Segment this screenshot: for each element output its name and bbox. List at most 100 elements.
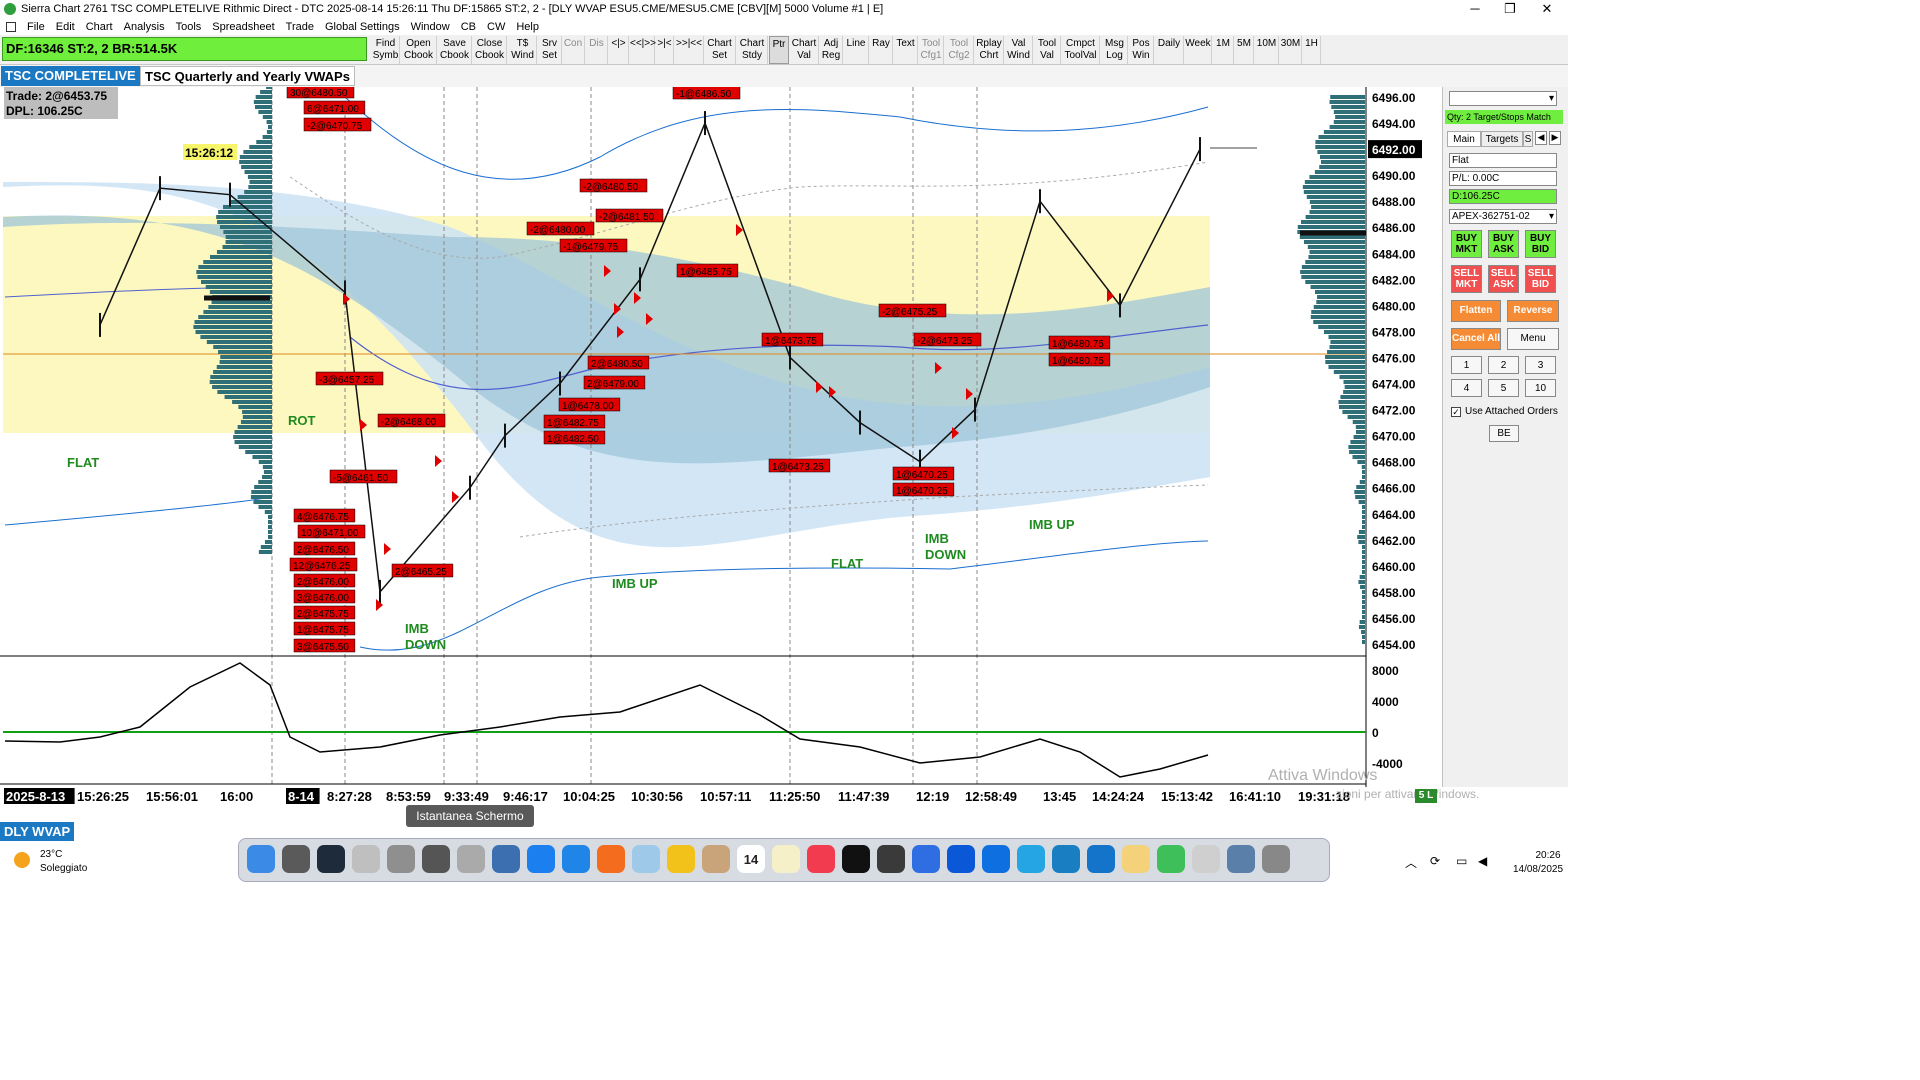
menu-edit[interactable]: Edit <box>56 21 75 33</box>
toolbar-button-dis-[interactable]: Dis <box>586 36 608 64</box>
display-icon[interactable]: ▭ <box>1456 854 1467 868</box>
use-attached-orders[interactable]: ✓ Use Attached Orders <box>1451 406 1558 417</box>
maximize-button[interactable]: ❐ <box>1493 0 1527 18</box>
flatten-button[interactable]: Flatten <box>1451 300 1501 322</box>
toolbar-button-1h-[interactable]: 1H <box>1303 36 1321 64</box>
qty-10-button[interactable]: 10 <box>1525 379 1556 397</box>
windows-icon[interactable] <box>982 845 1010 873</box>
trade-tab-main[interactable]: Main <box>1447 131 1481 147</box>
sync-icon[interactable]: ⟳ <box>1430 854 1440 868</box>
menu-analysis[interactable]: Analysis <box>124 21 165 33</box>
toolbar-button-ray-[interactable]: Ray <box>870 36 893 64</box>
cancel-all-button[interactable]: Cancel All <box>1451 328 1501 350</box>
sell-mkt-button[interactable]: SELL MKT <box>1451 265 1482 293</box>
system-preferences-icon[interactable] <box>282 845 310 873</box>
speaker-icon[interactable]: ◀ <box>1478 854 1487 868</box>
reverse-button[interactable]: Reverse <box>1507 300 1559 322</box>
safari-icon[interactable] <box>562 845 590 873</box>
buy-ask-button[interactable]: BUY ASK <box>1488 230 1519 258</box>
toolbar-button-text-[interactable]: Text <box>894 36 918 64</box>
tab-dly-wvap[interactable]: DLY WVAP <box>0 822 74 841</box>
quicktime-icon[interactable] <box>877 845 905 873</box>
menu-global-settings[interactable]: Global Settings <box>325 21 400 33</box>
toolbar-button-line-[interactable]: Line <box>844 36 869 64</box>
toolbar-button-tool-cfg2[interactable]: Tool Cfg2 <box>945 36 974 64</box>
menu-file[interactable]: File <box>27 21 45 33</box>
apple-tv-icon[interactable] <box>842 845 870 873</box>
qty-5-button[interactable]: 5 <box>1488 379 1519 397</box>
menu-button[interactable]: Menu <box>1507 328 1559 350</box>
finder-icon[interactable] <box>247 845 275 873</box>
screenshot-icon[interactable] <box>457 845 485 873</box>
contacts-icon[interactable] <box>702 845 730 873</box>
ftp-icon[interactable] <box>1192 845 1220 873</box>
checkbox-checked-icon[interactable]: ✓ <box>1451 406 1461 417</box>
toolbar-button-msg-log[interactable]: Msg Log <box>1102 36 1128 64</box>
app-store-icon[interactable] <box>527 845 555 873</box>
tab-tsc-completelive[interactable]: TSC COMPLETELIVE <box>1 66 140 86</box>
toolbar-button-con-[interactable]: Con <box>562 36 585 64</box>
toolbar-button-30m-[interactable]: 30M <box>1280 36 1302 64</box>
archive-icon[interactable] <box>1157 845 1185 873</box>
photos-icon[interactable] <box>667 845 695 873</box>
maps-icon[interactable] <box>632 845 660 873</box>
toolbar-button-1m-[interactable]: 1M <box>1213 36 1234 64</box>
toolbar-button-tool-cfg1[interactable]: Tool Cfg1 <box>919 36 944 64</box>
toolbar-button-rplay-chrt[interactable]: Rplay Chrt <box>975 36 1004 64</box>
toolbar-button-5m-[interactable]: 5M <box>1235 36 1254 64</box>
toolbar-button-adj-reg[interactable]: Adj Reg <box>820 36 843 64</box>
breakeven-button[interactable]: BE <box>1489 425 1519 442</box>
sell-bid-button[interactable]: SELL BID <box>1525 265 1556 293</box>
firefox-icon[interactable] <box>597 845 625 873</box>
toolbar-button-tool-val[interactable]: Tool Val <box>1034 36 1061 64</box>
folder-icon[interactable] <box>1122 845 1150 873</box>
tools-icon[interactable] <box>422 845 450 873</box>
toolbar-button-daily-[interactable]: Daily <box>1155 36 1184 64</box>
menu-help[interactable]: Help <box>516 21 539 33</box>
account-select[interactable]: APEX-362751-02 ▾ <box>1449 209 1557 224</box>
app-menu-icon[interactable] <box>6 21 16 32</box>
menu-chart[interactable]: Chart <box>86 21 113 33</box>
toolbar-button--[interactable]: >|< <box>656 36 674 64</box>
chart-area[interactable]: 6496.00 6494.00 6490.00 6488.00 6486.00 6484.… <box>0 87 1442 822</box>
close-button[interactable]: ✕ <box>1530 0 1564 18</box>
notes-icon[interactable] <box>772 845 800 873</box>
trade-tab-targets[interactable]: Targets <box>1481 131 1523 147</box>
toolbar-button-ptr-[interactable]: Ptr <box>769 36 789 64</box>
calendar-icon[interactable]: 14 <box>737 845 765 873</box>
menu-window[interactable]: Window <box>411 21 450 33</box>
toolbar-button-srv-set[interactable]: Srv Set <box>538 36 562 64</box>
edge-icon[interactable] <box>1017 845 1045 873</box>
toolbar-button-close-cbook[interactable]: Close Cbook <box>473 36 507 64</box>
zoom-icon[interactable] <box>912 845 940 873</box>
toolbar-button-10m-[interactable]: 10M <box>1255 36 1279 64</box>
files-icon[interactable] <box>1227 845 1255 873</box>
activity-monitor-icon[interactable] <box>317 845 345 873</box>
toolbar-button--[interactable]: <|> <box>609 36 629 64</box>
trash-icon[interactable] <box>1262 845 1290 873</box>
tab-scroll-right-icon[interactable]: ▶ <box>1549 131 1561 145</box>
music-icon[interactable] <box>807 845 835 873</box>
trade-tab-s[interactable]: S <box>1523 131 1533 147</box>
minimize-button[interactable]: ─ <box>1458 0 1492 18</box>
qty-2-button[interactable]: 2 <box>1488 356 1519 374</box>
toolbar-button-week-[interactable]: Week <box>1185 36 1212 64</box>
chevron-up-icon[interactable]: ︿ <box>1405 854 1417 871</box>
qty-1-button[interactable]: 1 <box>1451 356 1482 374</box>
tab-quarterly-yearly-vwaps[interactable]: TSC Quarterly and Yearly VWAPs <box>140 66 355 86</box>
toolbar-button-save-cbook[interactable]: Save Cbook <box>438 36 472 64</box>
preview-icon[interactable] <box>492 845 520 873</box>
buy-mkt-button[interactable]: BUY MKT <box>1451 230 1482 258</box>
menu-tools[interactable]: Tools <box>176 21 202 33</box>
qty-4-button[interactable]: 4 <box>1451 379 1482 397</box>
menu-cw[interactable]: CW <box>487 21 505 33</box>
qty-3-button[interactable]: 3 <box>1525 356 1556 374</box>
symbol-select[interactable]: ▾ <box>1449 91 1557 106</box>
pen-icon[interactable] <box>1087 845 1115 873</box>
toolbar-button-pos-win[interactable]: Pos Win <box>1129 36 1154 64</box>
launchpad-icon[interactable] <box>387 845 415 873</box>
menu-spreadsheet[interactable]: Spreadsheet <box>212 21 274 33</box>
toolbar-button-t-wind[interactable]: T$ Wind <box>509 36 537 64</box>
toolbar-button-open-cbook[interactable]: Open Cbook <box>401 36 437 64</box>
disk-utility-icon[interactable] <box>352 845 380 873</box>
